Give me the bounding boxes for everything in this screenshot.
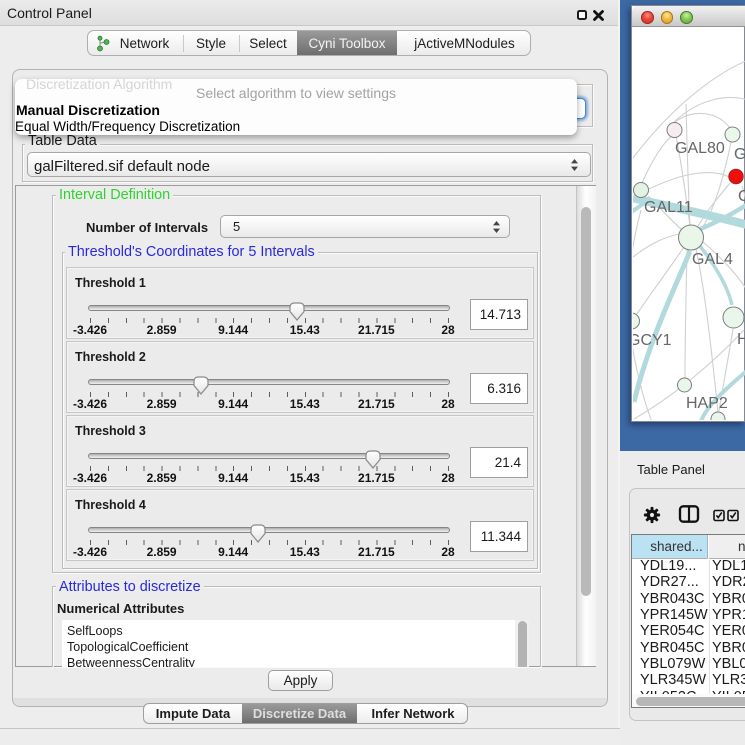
svg-text:HI: HI bbox=[737, 331, 745, 348]
svg-text:CY: CY bbox=[738, 188, 745, 205]
svg-text:GAL4: GAL4 bbox=[692, 251, 733, 268]
svg-text:GAL80: GAL80 bbox=[675, 140, 725, 157]
svg-text:GA: GA bbox=[734, 146, 745, 163]
svg-text:HAP2: HAP2 bbox=[686, 395, 728, 412]
svg-text:GCY1: GCY1 bbox=[633, 332, 672, 349]
svg-text:GAL11: GAL11 bbox=[644, 199, 693, 216]
